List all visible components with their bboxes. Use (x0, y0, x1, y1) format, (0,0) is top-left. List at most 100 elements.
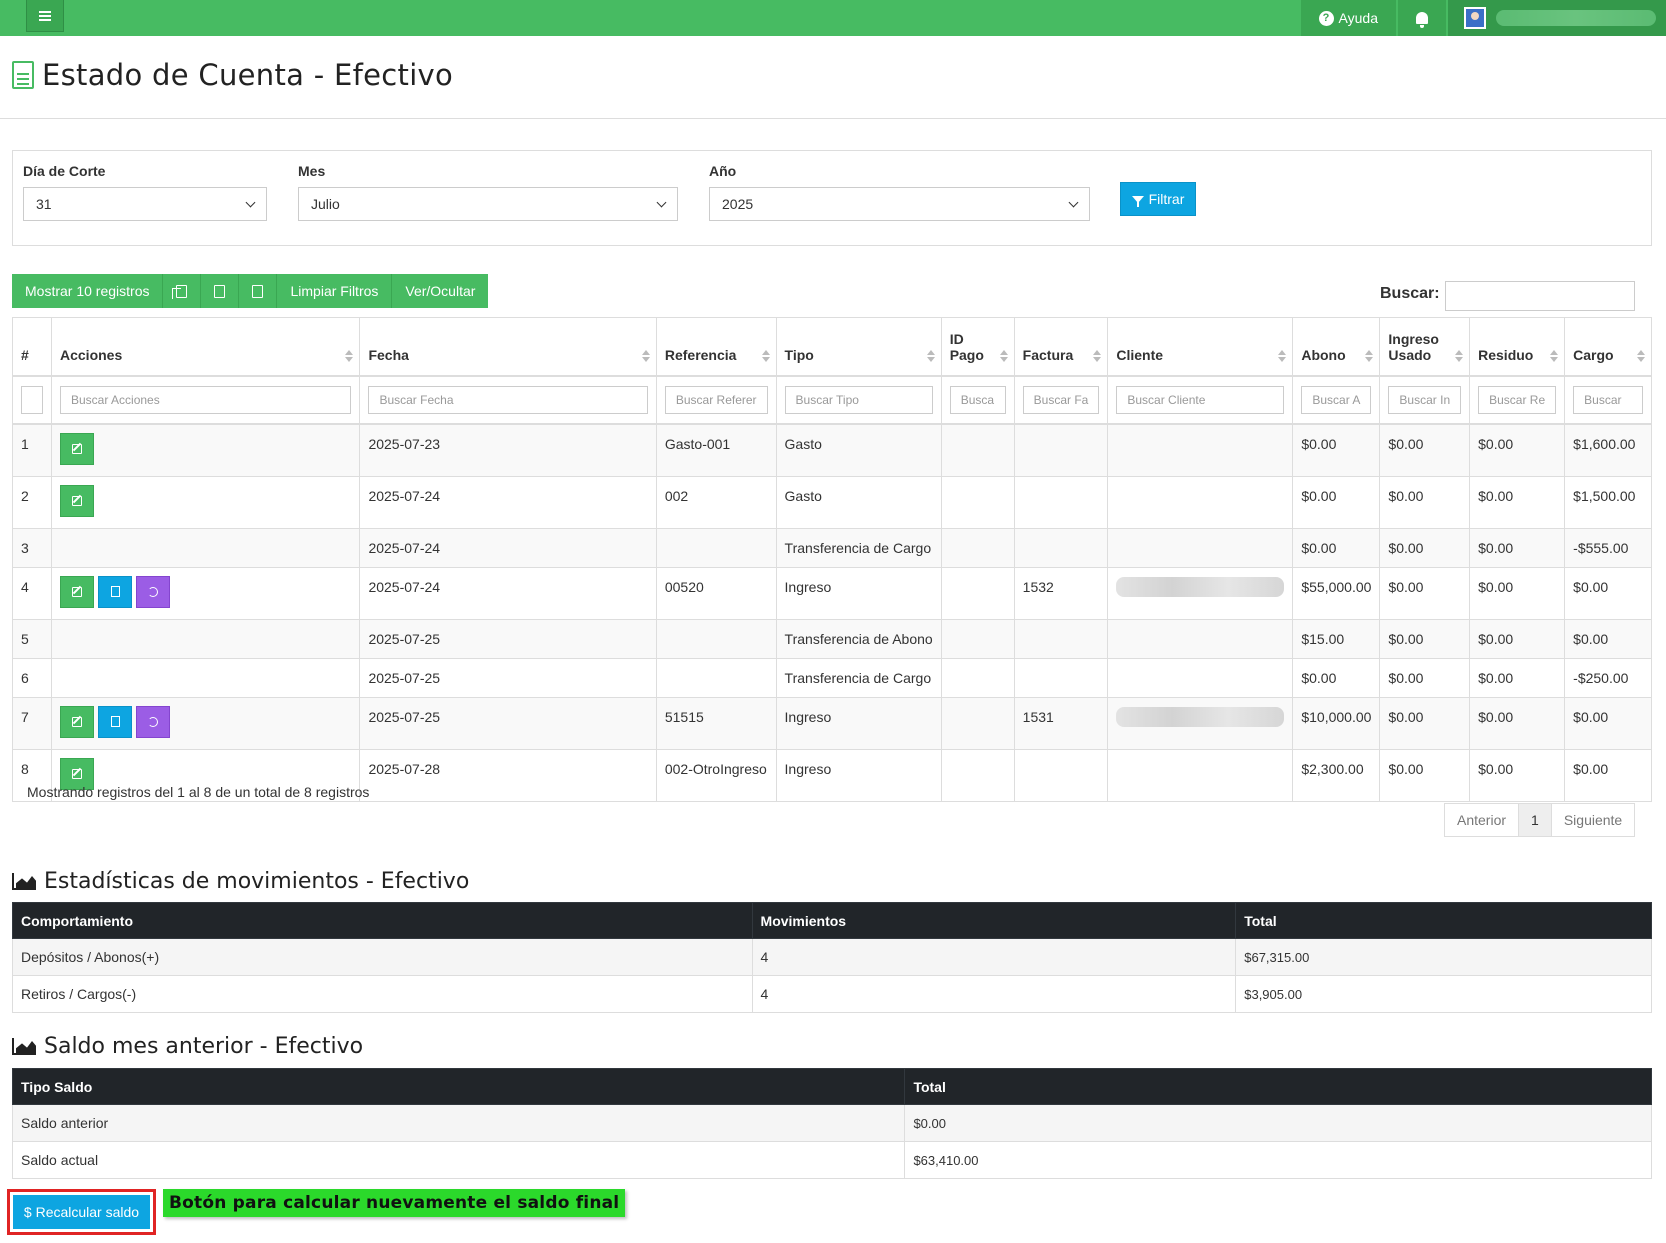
edit-icon (72, 495, 82, 506)
filter-cell: Buscar Re (1469, 375, 1566, 425)
excel-button[interactable] (201, 274, 240, 308)
hamburger-menu-button[interactable] (26, 0, 64, 32)
col-header-factura[interactable]: Factura (1013, 317, 1109, 377)
clear-filters-button[interactable]: Limpiar Filtros (277, 274, 393, 308)
pagination-page-1[interactable]: 1 (1519, 804, 1552, 836)
row-residuo: $0.00 (1469, 696, 1566, 750)
filter-button[interactable]: Filtrar (1120, 182, 1196, 216)
row-cargo: $0.00 (1564, 566, 1652, 620)
row-tipo: Ingreso (775, 748, 942, 802)
copy-button[interactable] (163, 274, 202, 308)
help-link[interactable]: ? Ayuda (1300, 0, 1396, 36)
col-header-abono[interactable]: Abono (1292, 317, 1381, 377)
col-header-cliente[interactable]: Cliente (1107, 317, 1294, 377)
filter-button-label: Filtrar (1148, 191, 1185, 207)
invoice-button[interactable] (98, 705, 132, 738)
pagination-prev[interactable]: Anterior (1445, 804, 1520, 836)
row-factura (1013, 748, 1109, 802)
edit-button[interactable] (60, 484, 94, 517)
filter-panel: Día de Corte 31 Mes Julio Año 2025 Filtr… (12, 150, 1652, 246)
sort-icon (1093, 349, 1102, 362)
toggle-columns-button[interactable]: Ver/Ocultar (392, 274, 489, 308)
row-cargo: $0.00 (1564, 696, 1652, 750)
filter-factura-input[interactable]: Buscar Fa (1022, 385, 1100, 414)
balance-cell: $0.00 (904, 1104, 1652, 1142)
select-all-checkbox[interactable] (21, 385, 43, 414)
table-row: 4 2025-07-24 00520 Ingreso 1532 $55,000.… (12, 566, 1652, 620)
col-header-fecha[interactable]: Fecha (359, 317, 657, 377)
col-header-acciones[interactable]: Acciones (50, 317, 361, 377)
filter-abono-input[interactable]: Buscar A (1301, 385, 1372, 414)
row-actions (50, 475, 361, 529)
col-header-num[interactable]: # (12, 317, 52, 377)
edit-button[interactable] (60, 705, 94, 738)
filter-acciones-input[interactable]: Buscar Acciones (60, 385, 352, 414)
filter-cell: Buscar Cliente (1107, 375, 1294, 425)
col-header-ingreso-usado[interactable]: Ingreso Usado (1379, 317, 1471, 377)
table-row: Retiros / Cargos(-) 4 $3,905.00 (12, 975, 1652, 1013)
row-referencia: 00520 (655, 566, 777, 620)
search-label: Buscar: (1380, 285, 1440, 302)
bell-icon (1416, 12, 1428, 28)
filter-tipo-input[interactable]: Buscar Tipo (784, 385, 933, 414)
filter-fecha-input[interactable]: Buscar Fecha (368, 385, 648, 414)
sort-icon (1455, 349, 1464, 362)
sort-icon (641, 349, 650, 362)
row-cargo: $1,500.00 (1564, 475, 1652, 529)
col-header-residuo[interactable]: Residuo (1469, 317, 1566, 377)
user-menu[interactable] (1448, 0, 1666, 36)
filter-cliente-input[interactable]: Buscar Cliente (1116, 385, 1285, 414)
filter-id-pago-input[interactable]: Busca (949, 385, 1006, 414)
show-records-button[interactable]: Mostrar 10 registros (12, 274, 164, 308)
row-id-pago (940, 423, 1015, 477)
stats-cell: Retiros / Cargos(-) (12, 975, 753, 1013)
revert-button[interactable] (136, 705, 170, 738)
invoice-button[interactable] (98, 575, 132, 608)
row-actions (50, 566, 361, 620)
pagination-next[interactable]: Siguiente (1552, 804, 1634, 836)
filter-cargo-input[interactable]: Buscar (1573, 385, 1643, 414)
filter-cell: Buscar (1564, 375, 1652, 425)
col-header-tipo[interactable]: Tipo (775, 317, 942, 377)
row-id-pago (940, 618, 1015, 659)
row-num: 7 (12, 696, 52, 750)
col-header-referencia[interactable]: Referencia (655, 317, 777, 377)
mes-select[interactable]: Julio (298, 187, 678, 221)
row-referencia (655, 618, 777, 659)
edit-icon (72, 716, 82, 727)
revert-button[interactable] (136, 575, 170, 608)
chevron-down-icon (245, 197, 256, 207)
filter-cell: Buscar In (1379, 375, 1471, 425)
col-header-id-pago[interactable]: ID Pago (940, 317, 1015, 377)
filter-residuo-input[interactable]: Buscar Re (1478, 385, 1557, 414)
table-row: Saldo actual $63,410.00 (11, 1141, 1652, 1179)
row-residuo: $0.00 (1469, 527, 1566, 568)
edit-icon (72, 443, 82, 454)
balance-cell: $63,410.00 (904, 1141, 1652, 1179)
table-toolbar: Mostrar 10 registros Limpiar Filtros Ver… (12, 274, 489, 308)
edit-button[interactable] (60, 432, 94, 465)
row-fecha: 2025-07-24 (359, 566, 657, 620)
col-header-label: Acciones (60, 346, 123, 363)
notifications-button[interactable] (1398, 0, 1446, 36)
search-input[interactable] (1445, 281, 1635, 311)
filter-ingreso-input[interactable]: Buscar In (1388, 385, 1462, 414)
row-factura (1013, 527, 1109, 568)
row-ingreso: $0.00 (1379, 475, 1471, 529)
edit-button[interactable] (60, 575, 94, 608)
avatar (1464, 7, 1486, 29)
recalc-balance-button[interactable]: $ Recalcular saldo (13, 1195, 150, 1229)
filter-referencia-input[interactable]: Buscar Referer (664, 385, 768, 414)
row-ingreso: $0.00 (1379, 748, 1471, 802)
stats-cell: $3,905.00 (1235, 975, 1652, 1013)
anio-select[interactable]: 2025 (709, 187, 1090, 221)
dia-corte-select[interactable]: 31 (23, 187, 267, 221)
col-header-label: Factura (1022, 346, 1074, 363)
col-header-label: Tipo (784, 346, 814, 363)
row-fecha: 2025-07-23 (359, 423, 657, 477)
row-tipo: Gasto (775, 475, 942, 529)
col-header-cargo[interactable]: Cargo (1564, 317, 1652, 377)
row-fecha: 2025-07-25 (359, 657, 657, 698)
col-header-label: Residuo (1478, 346, 1534, 363)
pdf-button[interactable] (239, 274, 278, 308)
